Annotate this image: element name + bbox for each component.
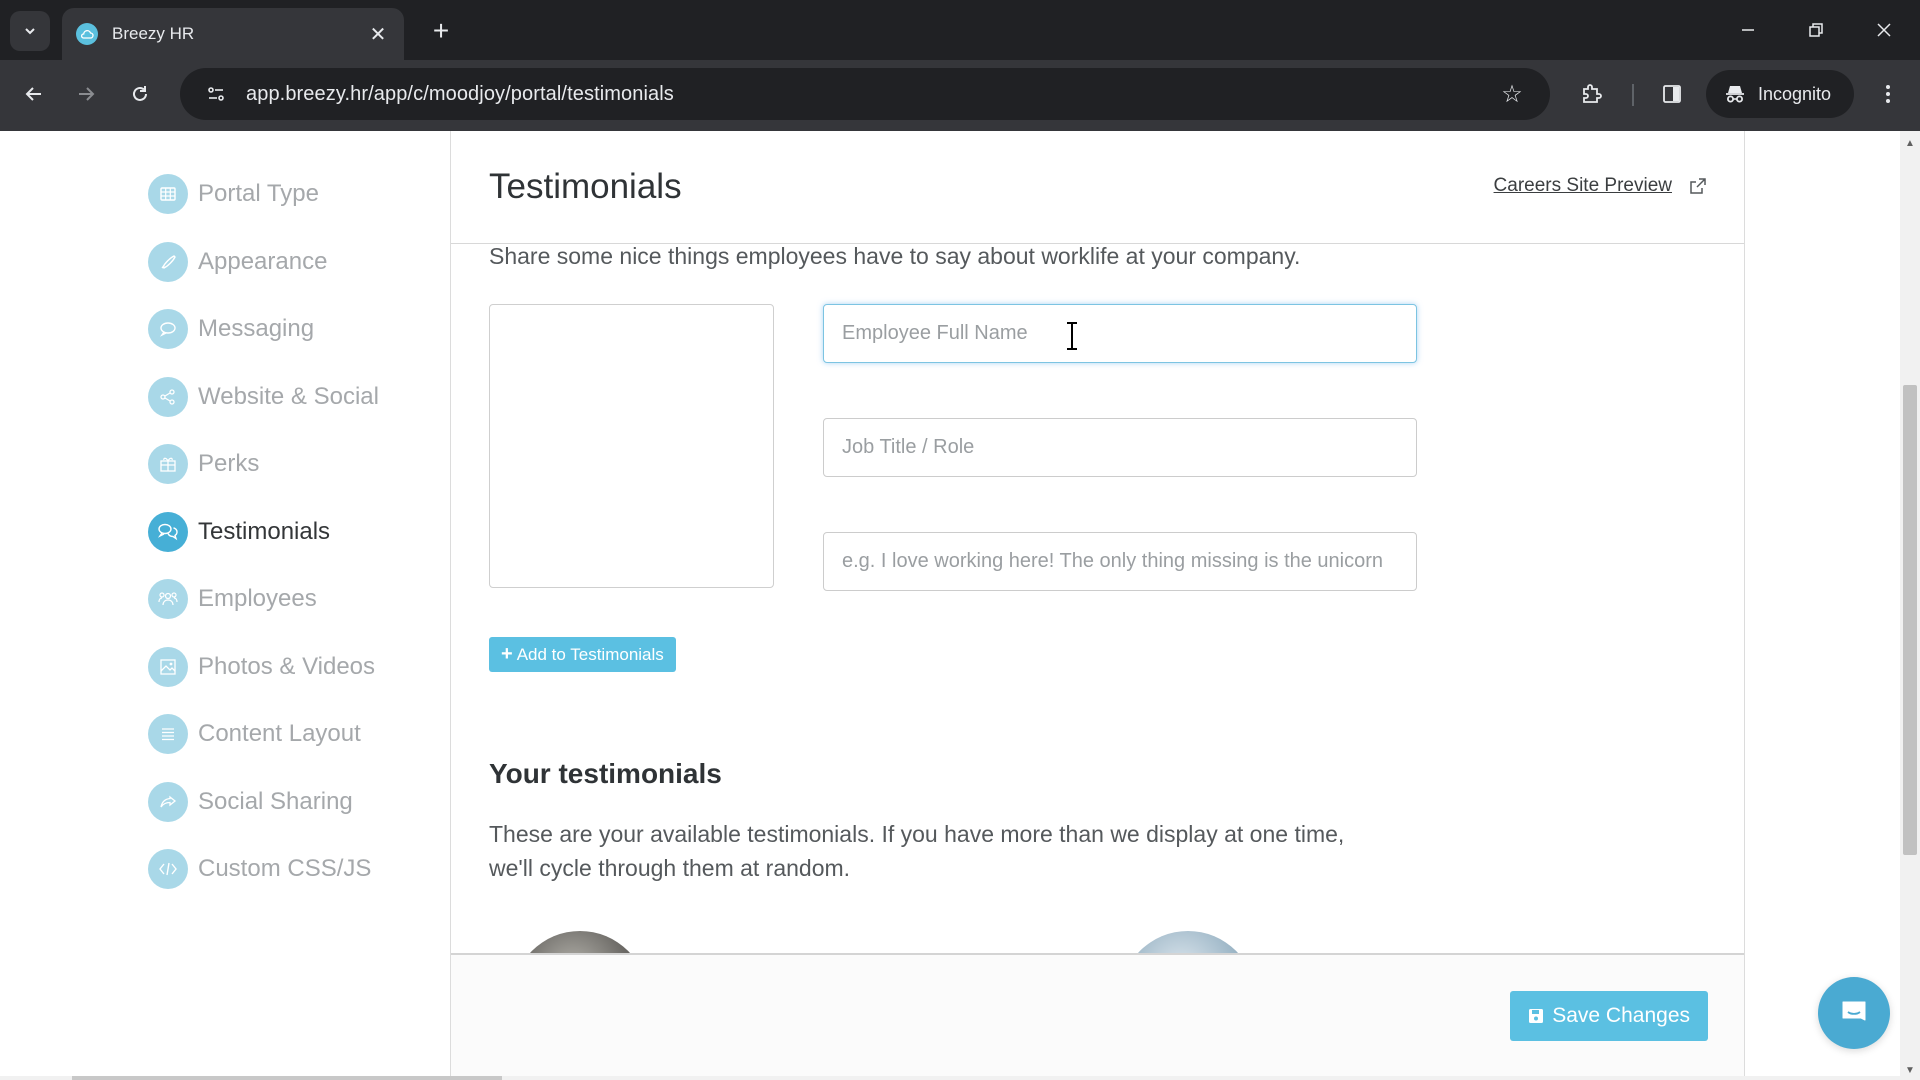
- breezy-favicon-icon: [76, 23, 98, 45]
- sidebar-item-perks[interactable]: Perks: [148, 441, 259, 487]
- sidebar-item-custom-css-js[interactable]: Custom CSS/JS: [148, 846, 371, 892]
- sidebar-item-messaging[interactable]: Messaging: [148, 306, 314, 352]
- page: Portal Type Appearance Messaging Website…: [0, 131, 1900, 1080]
- arrow-left-icon: [25, 87, 41, 101]
- reload-button[interactable]: [120, 74, 160, 114]
- testimonials-intro: Share some nice things employees have to…: [489, 243, 1301, 269]
- careers-site-preview-link[interactable]: Careers Site Preview: [1494, 175, 1708, 197]
- text-cursor-icon: [1067, 322, 1077, 350]
- side-panel-icon: [1663, 85, 1681, 103]
- testimonials-panel: Testimonials Careers Site Preview Share …: [450, 131, 1745, 1080]
- sidebar-item-appearance[interactable]: Appearance: [148, 239, 327, 285]
- sidebar-item-testimonials[interactable]: Testimonials: [148, 509, 330, 555]
- code-icon: [148, 849, 188, 889]
- list-icon: [148, 714, 188, 754]
- incognito-icon: [1724, 83, 1746, 105]
- plus-icon: +: [501, 643, 513, 665]
- minimize-button[interactable]: [1720, 8, 1776, 52]
- scrollbar-thumb[interactable]: [1903, 385, 1917, 855]
- gift-icon: [148, 444, 188, 484]
- back-button[interactable]: [14, 74, 54, 114]
- save-changes-button[interactable]: Save Changes: [1510, 991, 1708, 1041]
- site-info-icon[interactable]: [198, 76, 234, 112]
- users-icon: [148, 579, 188, 619]
- your-testimonials-heading: Your testimonials: [489, 758, 722, 789]
- sidebar-item-label: Employees: [198, 585, 317, 612]
- horizontal-scrollbar[interactable]: [0, 1076, 1900, 1080]
- your-testimonials-description: These are your available testimonials. I…: [489, 821, 1345, 881]
- restore-icon: [1809, 23, 1823, 37]
- tab-search-button[interactable]: [10, 11, 50, 51]
- vertical-scrollbar[interactable]: ▲ ▼: [1900, 131, 1920, 1080]
- portal-settings-sidebar: Portal Type Appearance Messaging Website…: [0, 131, 450, 1080]
- chat-launcher-button[interactable]: [1818, 977, 1890, 1049]
- close-window-button[interactable]: [1856, 8, 1912, 52]
- sidebar-item-label: Website & Social: [198, 383, 379, 410]
- browser-titlebar: Breezy HR ✕ +: [0, 0, 1920, 60]
- sidebar-item-employees[interactable]: Employees: [148, 576, 317, 622]
- sidebar-item-label: Custom CSS/JS: [198, 855, 372, 882]
- page-title: Testimonials: [489, 167, 682, 206]
- sidebar-item-label: Portal Type: [198, 180, 319, 207]
- sidebar-item-label: Testimonials: [198, 518, 331, 545]
- sidebar-item-social-sharing[interactable]: Social Sharing: [148, 779, 353, 825]
- sidebar-item-website-social[interactable]: Website & Social: [148, 374, 379, 420]
- new-tab-button[interactable]: +: [424, 14, 458, 48]
- bookmark-star-icon[interactable]: ☆: [1494, 76, 1530, 112]
- tab-close-icon[interactable]: ✕: [366, 22, 390, 46]
- browser-toolbar: app.breezy.hr/app/c/moodjoy/portal/testi…: [0, 60, 1920, 131]
- sidebar-item-portal-type[interactable]: Portal Type: [148, 171, 319, 217]
- close-icon: [1877, 23, 1891, 37]
- share-icon: [148, 377, 188, 417]
- grid-icon: [148, 174, 188, 214]
- save-changes-label: Save Changes: [1552, 1004, 1690, 1027]
- external-link-icon: [1688, 176, 1708, 196]
- sidebar-item-photos-videos[interactable]: Photos & Videos: [148, 644, 375, 690]
- sidebar-item-label: Messaging: [198, 315, 315, 342]
- puzzle-icon: [1583, 84, 1602, 103]
- employee-full-name-input[interactable]: [823, 304, 1417, 363]
- sidebar-item-label: Social Sharing: [198, 788, 353, 815]
- scroll-down-icon[interactable]: ▼: [1900, 1062, 1920, 1078]
- incognito-label: Incognito: [1758, 83, 1832, 104]
- arrow-right-icon: [79, 87, 95, 101]
- panel-header: Testimonials Careers Site Preview: [451, 131, 1744, 244]
- browser-menu-button[interactable]: [1868, 74, 1908, 114]
- employee-photo-upload[interactable]: [489, 304, 774, 588]
- sidebar-item-label: Photos & Videos: [198, 653, 376, 680]
- testimonial-quote-input[interactable]: [823, 532, 1417, 591]
- reload-icon: [133, 86, 147, 101]
- sidebar-item-label: Perks: [198, 450, 260, 477]
- scroll-up-icon[interactable]: ▲: [1900, 135, 1920, 151]
- image-icon: [148, 647, 188, 687]
- incognito-indicator[interactable]: Incognito: [1706, 70, 1854, 118]
- browser-tab[interactable]: Breezy HR ✕: [62, 8, 404, 60]
- more-vert-icon: [1886, 85, 1890, 103]
- restore-button[interactable]: [1788, 8, 1844, 52]
- chat-icon: [1842, 1001, 1866, 1021]
- toolbar-divider: [1632, 84, 1634, 106]
- floppy-disk-icon: [1528, 1008, 1544, 1024]
- chat-bubbles-icon: [148, 512, 188, 552]
- preview-link-label: Careers Site Preview: [1493, 175, 1672, 196]
- extensions-button[interactable]: [1572, 74, 1612, 114]
- forward-button[interactable]: [66, 74, 106, 114]
- scrollbar-thumb[interactable]: [72, 1076, 502, 1080]
- address-bar[interactable]: app.breezy.hr/app/c/moodjoy/portal/testi…: [180, 68, 1550, 120]
- save-footer: Save Changes: [451, 953, 1744, 1080]
- share-arrow-icon: [148, 782, 188, 822]
- tab-title: Breezy HR: [112, 24, 195, 43]
- side-panel-button[interactable]: [1652, 74, 1692, 114]
- brush-icon: [148, 242, 188, 282]
- add-to-testimonials-button[interactable]: + Add to Testimonials: [489, 637, 676, 672]
- chevron-down-icon: [25, 28, 35, 35]
- minimize-icon: [1742, 29, 1754, 31]
- job-title-input[interactable]: [823, 418, 1417, 477]
- chat-bubble-icon: [148, 309, 188, 349]
- add-button-label: Add to Testimonials: [516, 644, 664, 664]
- sidebar-item-label: Appearance: [198, 248, 328, 275]
- sidebar-item-content-layout[interactable]: Content Layout: [148, 711, 361, 757]
- sidebar-item-label: Content Layout: [198, 720, 361, 747]
- url-text[interactable]: app.breezy.hr/app/c/moodjoy/portal/testi…: [246, 83, 674, 106]
